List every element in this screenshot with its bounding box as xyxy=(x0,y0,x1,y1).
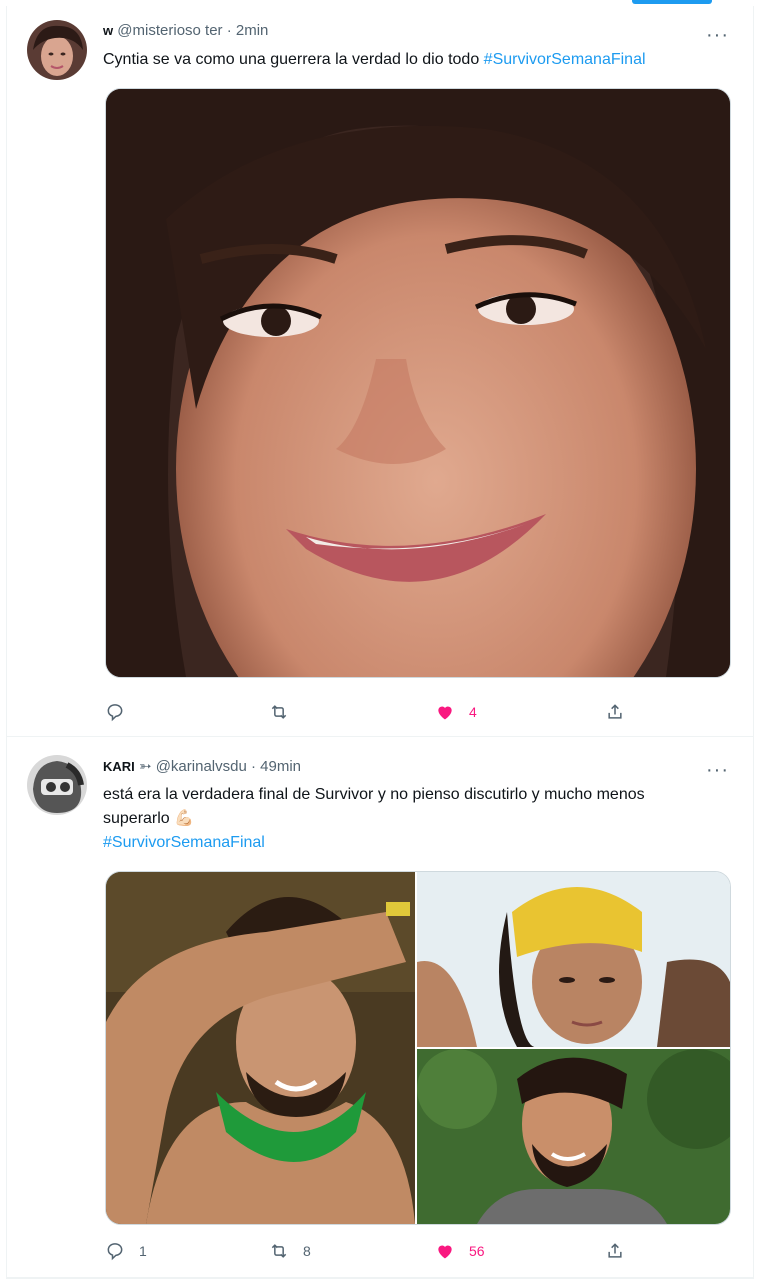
grid-image-top-right[interactable] xyxy=(417,872,730,1048)
name-emoji: ➳ xyxy=(138,758,152,775)
tweet-header: KARI ➳ @karinalvsdu · 49min xyxy=(103,757,301,775)
tweet[interactable]: w @misterioso ter · 2min ··· Cyntia se v… xyxy=(7,6,753,737)
tweet-body: está era la verdadera final de Survivor … xyxy=(103,786,645,827)
top-tab-indicator xyxy=(632,0,712,4)
reply-button[interactable] xyxy=(105,702,269,722)
like-count: 4 xyxy=(469,704,477,720)
share-icon xyxy=(608,704,622,719)
share-button[interactable] xyxy=(605,1241,625,1261)
tweet-actions: 4 xyxy=(105,700,635,724)
timestamp[interactable]: 2min xyxy=(236,22,269,39)
share-icon xyxy=(608,1243,622,1258)
retweet-button[interactable]: 8 xyxy=(269,1241,435,1261)
retweet-icon xyxy=(271,705,287,719)
display-name[interactable]: KARI xyxy=(103,759,135,774)
reply-icon xyxy=(107,704,123,722)
more-icon[interactable]: ··· xyxy=(706,25,729,45)
like-count: 56 xyxy=(469,1243,485,1259)
separator: · xyxy=(226,22,232,39)
hashtag-link[interactable]: #SurvivorSemanaFinal xyxy=(103,834,265,851)
reply-icon xyxy=(107,1243,123,1261)
reply-button[interactable]: 1 xyxy=(105,1241,269,1261)
reply-count: 1 xyxy=(139,1243,147,1259)
tweet-text: está era la verdadera final de Survivor … xyxy=(103,783,693,855)
tweet-header: w @misterioso ter · 2min xyxy=(103,22,268,39)
retweet-button[interactable] xyxy=(269,702,435,722)
handle[interactable]: @karinalvsdu xyxy=(156,758,247,775)
tweet-actions: 1 8 56 xyxy=(105,1239,635,1263)
retweet-count: 8 xyxy=(303,1243,311,1259)
like-button[interactable]: 56 xyxy=(435,1241,605,1261)
timestamp[interactable]: 49min xyxy=(260,758,301,775)
tweet[interactable]: KARI ➳ @karinalvsdu · 49min ··· está era… xyxy=(7,737,753,1278)
like-button[interactable]: 4 xyxy=(435,702,605,722)
avatar[interactable] xyxy=(27,20,87,80)
timeline: w @misterioso ter · 2min ··· Cyntia se v… xyxy=(6,6,754,1279)
grid-image-left[interactable] xyxy=(106,872,415,1224)
hashtag-link[interactable]: #SurvivorSemanaFinal xyxy=(484,51,646,68)
tweet-image[interactable] xyxy=(105,88,731,678)
grid-image-bottom-right[interactable] xyxy=(417,1049,730,1224)
heart-icon xyxy=(438,1245,452,1259)
tweet-text: Cyntia se va como una guerrera la verdad… xyxy=(103,48,723,72)
more-icon[interactable]: ··· xyxy=(706,760,729,780)
tweet-image-grid xyxy=(105,871,731,1225)
share-button[interactable] xyxy=(605,702,625,722)
avatar[interactable] xyxy=(27,755,87,815)
retweet-icon xyxy=(271,1244,287,1258)
display-name[interactable]: w xyxy=(103,23,113,38)
heart-icon xyxy=(438,706,452,720)
tweet-body: Cyntia se va como una guerrera la verdad… xyxy=(103,51,484,68)
separator: · xyxy=(250,758,256,775)
handle[interactable]: @misterioso ter xyxy=(117,22,222,39)
